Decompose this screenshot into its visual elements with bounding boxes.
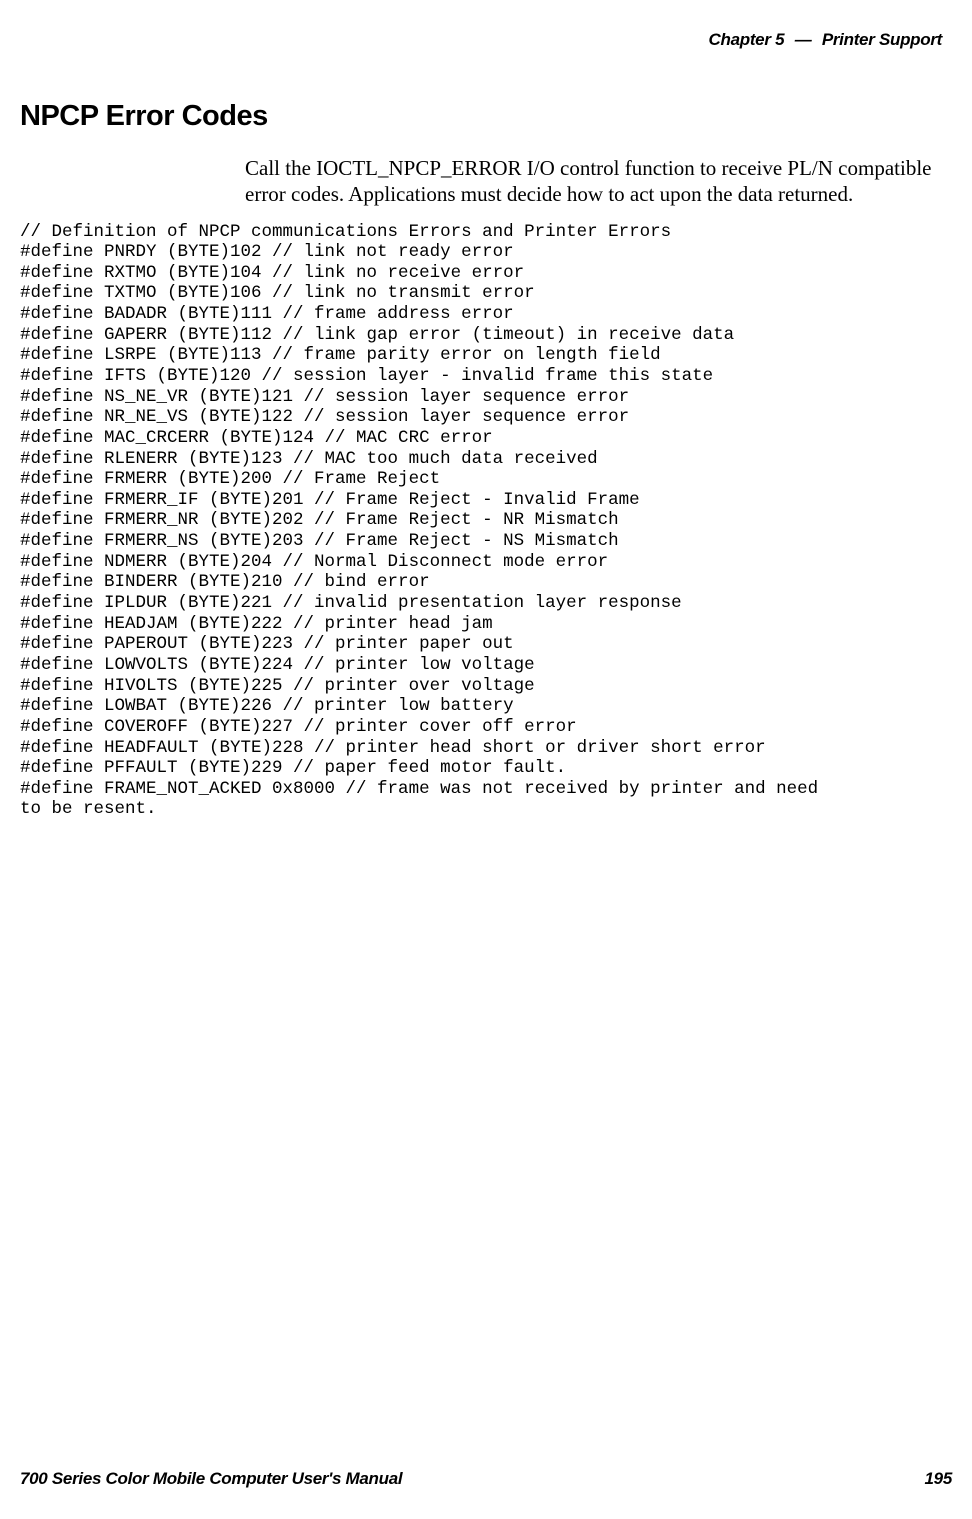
code-block: // Definition of NPCP communications Err… xyxy=(20,222,952,821)
header-dash: — xyxy=(795,30,812,49)
page-footer: 700 Series Color Mobile Computer User's … xyxy=(20,1469,952,1489)
page-header: Chapter 5 — Printer Support xyxy=(20,30,952,50)
chapter-label: Chapter xyxy=(709,30,771,49)
section-body: Call the IOCTL_NPCP_ERROR I/O control fu… xyxy=(245,155,942,208)
page-number: 195 xyxy=(925,1469,952,1489)
section-title: NPCP Error Codes xyxy=(20,100,952,133)
chapter-number: 5 xyxy=(775,30,784,49)
chapter-title: Printer Support xyxy=(822,30,942,49)
manual-title: 700 Series Color Mobile Computer User's … xyxy=(20,1469,402,1489)
